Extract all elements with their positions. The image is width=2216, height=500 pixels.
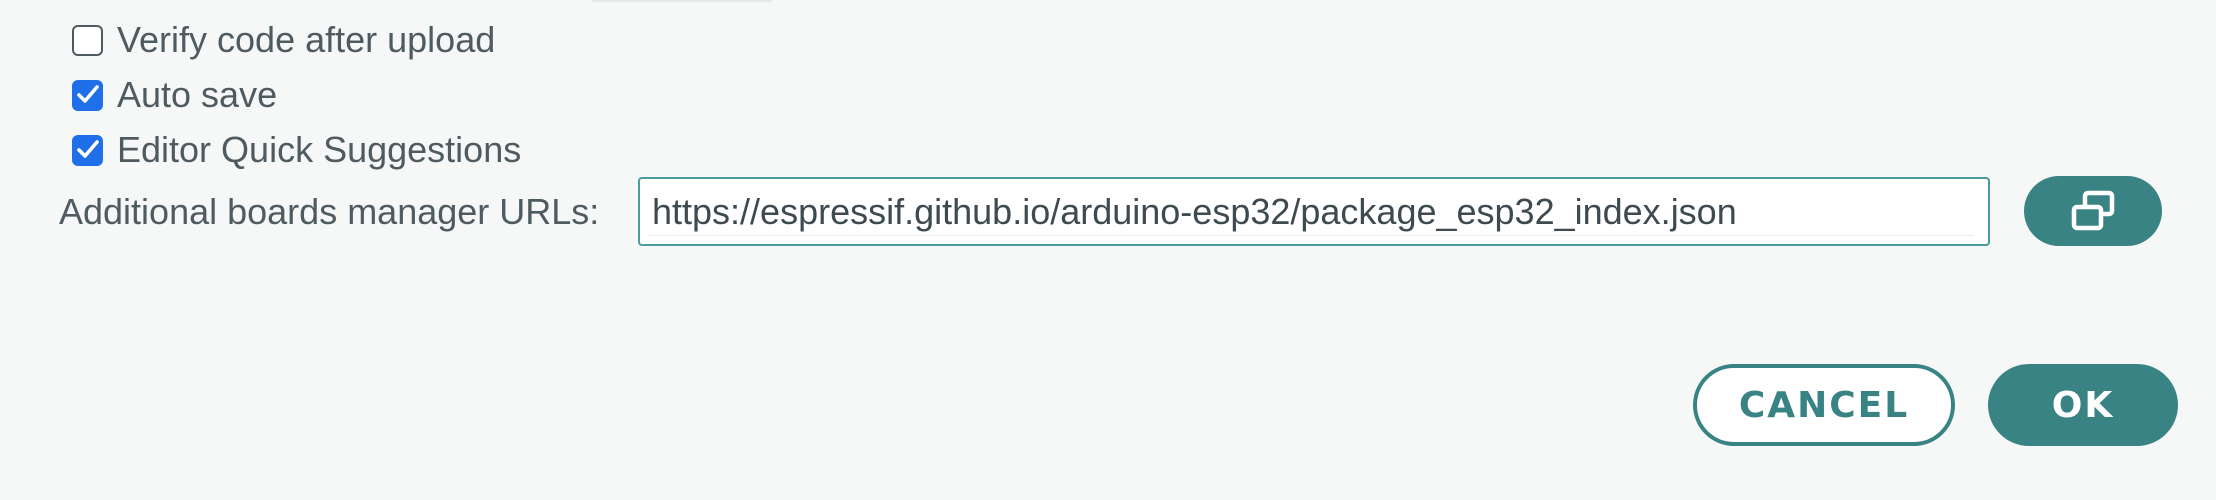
checkmark-icon <box>76 140 99 158</box>
editor-quick-suggestions-label: Editor Quick Suggestions <box>117 129 522 170</box>
scroll-edge <box>592 0 772 2</box>
auto-save-option[interactable]: Auto save <box>72 71 277 119</box>
editor-quick-suggestions-option[interactable]: Editor Quick Suggestions <box>72 126 521 174</box>
verify-code-label: Verify code after upload <box>117 19 496 60</box>
boards-manager-urls-label: Additional boards manager URLs: <box>59 191 600 232</box>
cancel-button[interactable]: CANCEL <box>1693 364 1955 446</box>
auto-save-label: Auto save <box>117 74 278 115</box>
auto-save-checkbox[interactable] <box>72 79 103 111</box>
verify-code-option[interactable]: Verify code after upload <box>72 16 495 64</box>
windows-icon <box>2071 190 2115 231</box>
input-underline <box>648 235 1974 236</box>
boards-manager-urls-field[interactable] <box>638 177 1990 246</box>
editor-quick-suggestions-checkbox[interactable] <box>72 134 103 166</box>
checkmark-icon <box>76 85 99 103</box>
verify-code-checkbox[interactable] <box>72 24 103 56</box>
open-urls-dialog-button[interactable] <box>2024 176 2162 246</box>
ok-button[interactable]: OK <box>1988 364 2178 446</box>
